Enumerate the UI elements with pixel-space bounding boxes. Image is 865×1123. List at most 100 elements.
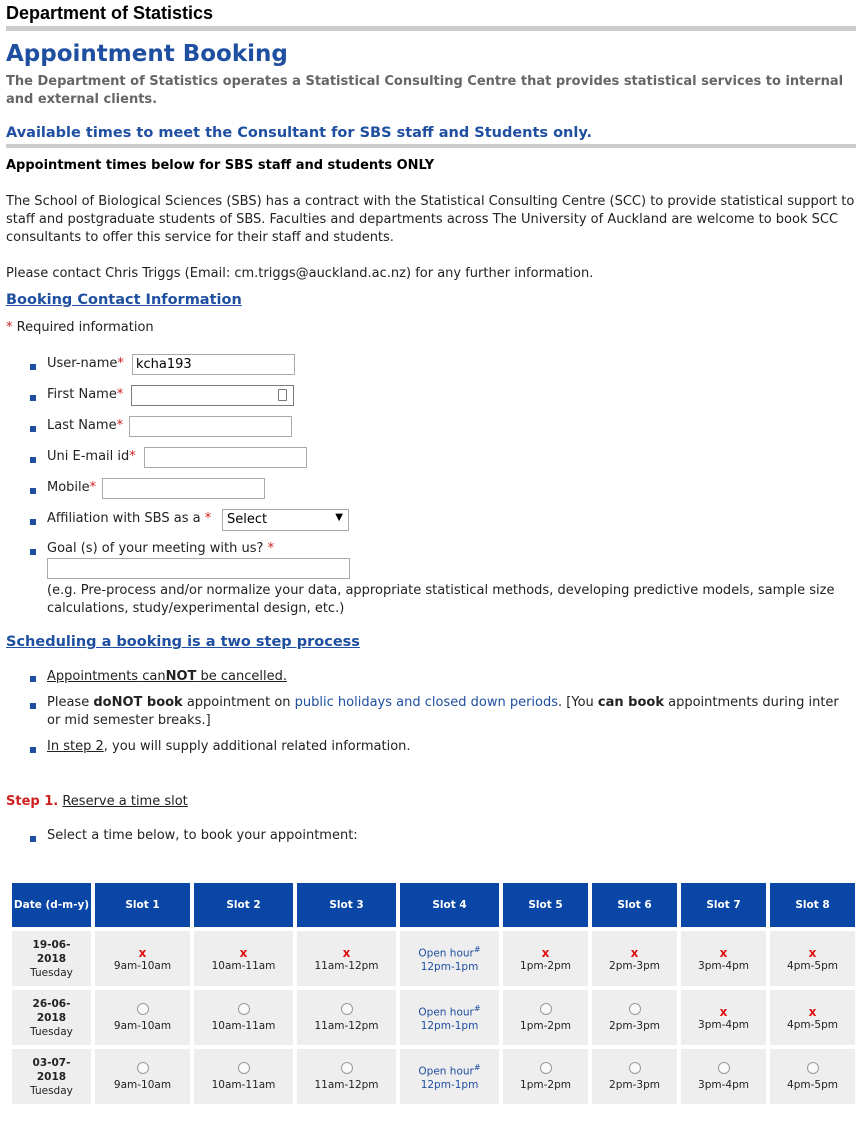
required-asterisk: * <box>6 320 13 335</box>
slot-radio[interactable] <box>340 1062 353 1074</box>
slot-cell[interactable]: 1pm-2pm <box>503 990 588 1045</box>
slot-time: 11am-12pm <box>314 1020 379 1032</box>
slot-cell[interactable]: 9am-10am <box>95 990 190 1045</box>
slot-time: 1pm-2pm <box>520 1020 571 1032</box>
slot-radio[interactable] <box>628 1003 641 1015</box>
bullet-icon <box>30 836 36 842</box>
slot-column-header: Slot 4 <box>400 883 499 927</box>
slot-radio[interactable] <box>237 1003 250 1015</box>
goal-input[interactable] <box>47 558 350 579</box>
table-row: 03-07- 2018 Tuesday 9am-10am 10am-11am 11am-1… <box>12 1049 855 1104</box>
slot-radio[interactable] <box>628 1062 641 1074</box>
page-title: Appointment Booking <box>6 41 288 67</box>
bullet-icon <box>30 364 36 370</box>
slot-column-header: Slot 8 <box>770 883 855 927</box>
step1-heading: Step 1. Reserve a time slot <box>6 794 188 809</box>
booked-x-icon: x <box>719 1004 728 1019</box>
notice-paragraph: The School of Biological Sciences (SBS) … <box>6 194 855 245</box>
firstname-label: First Name* <box>47 387 124 402</box>
slot-cell[interactable]: 1pm-2pm <box>503 1049 588 1104</box>
slot-time: 3pm-4pm <box>698 1079 749 1091</box>
slot-cell: Open hour# 12pm-1pm <box>400 1049 499 1104</box>
slot-cell[interactable]: 11am-12pm <box>297 990 396 1045</box>
slot-time: 2pm-3pm <box>609 959 660 972</box>
affiliation-label: Affiliation with SBS as a * <box>47 511 212 526</box>
slot-time: 1pm-2pm <box>520 959 571 972</box>
date-text: 26-06- 2018 <box>32 997 71 1024</box>
affiliation-select[interactable]: Select ▼ <box>222 509 349 531</box>
mobile-label: Mobile* <box>47 480 97 495</box>
slot-cell[interactable]: 4pm-5pm <box>770 1049 855 1104</box>
bullet-icon <box>30 426 36 432</box>
weekday-text: Tuesday <box>30 1025 73 1038</box>
contact-paragraph: Please contact Chris Triggs (Email: cm.t… <box>6 266 594 281</box>
public-holidays-link[interactable]: public holidays and closed down periods <box>295 695 558 710</box>
date-text: 19-06- 2018 <box>32 938 71 965</box>
slot-cell: x 3pm-4pm <box>681 931 766 986</box>
slot-cell[interactable]: 3pm-4pm <box>681 1049 766 1104</box>
step2-notice: In step 2, you will supply additional re… <box>47 739 411 754</box>
booked-x-icon: x <box>630 945 639 960</box>
date-cell: 19-06- 2018 Tuesday <box>12 931 91 986</box>
goal-hint: (e.g. Pre-process and/or normalize your … <box>47 583 835 616</box>
slot-time: 4pm-5pm <box>787 1079 838 1091</box>
slot-radio[interactable] <box>539 1062 552 1074</box>
slot-cell: x 4pm-5pm <box>770 931 855 986</box>
slot-radio[interactable] <box>136 1062 149 1074</box>
dropdown-arrow-icon: ▼ <box>335 512 343 523</box>
username-input[interactable]: kcha193 <box>132 354 295 375</box>
bullet-icon <box>30 703 36 709</box>
booked-x-icon: x <box>808 945 817 960</box>
lastname-label: Last Name* <box>47 418 124 433</box>
slot-cell[interactable]: 10am-11am <box>194 990 293 1045</box>
affiliation-selected: Select <box>227 512 268 527</box>
slot-radio[interactable] <box>717 1062 730 1074</box>
slot-time: 9am-10am <box>113 1020 172 1032</box>
slot-cell[interactable]: 2pm-3pm <box>592 990 677 1045</box>
section-divider <box>6 144 856 148</box>
bullet-icon <box>30 488 36 494</box>
lastname-input[interactable] <box>129 416 292 437</box>
date-column-header: Date (d-m-y) <box>12 883 91 927</box>
slot-time: 10am-11am <box>211 959 276 972</box>
slot-radio[interactable] <box>806 1062 819 1074</box>
weekday-text: Tuesday <box>30 1084 73 1097</box>
slot-cell[interactable]: 2pm-3pm <box>592 1049 677 1104</box>
slot-radio[interactable] <box>340 1003 353 1015</box>
firstname-input[interactable] <box>131 385 294 406</box>
open-hour-label: Open hour# <box>418 944 481 960</box>
slot-column-header: Slot 7 <box>681 883 766 927</box>
date-text: 03-07- 2018 <box>32 1056 71 1083</box>
slot-cell[interactable]: 10am-11am <box>194 1049 293 1104</box>
mobile-input[interactable] <box>102 478 265 499</box>
slot-cell[interactable]: 9am-10am <box>95 1049 190 1104</box>
slot-time: 12pm-1pm <box>420 1079 479 1092</box>
email-input[interactable] <box>144 447 307 468</box>
slot-cell: x 4pm-5pm <box>770 990 855 1045</box>
slot-column-header: Slot 6 <box>592 883 677 927</box>
scheduling-process-link[interactable]: Scheduling a booking is a two step proce… <box>6 634 360 650</box>
slot-cell: x 3pm-4pm <box>681 990 766 1045</box>
slot-time: 12pm-1pm <box>420 961 479 974</box>
booking-contact-link[interactable]: Booking Contact Information <box>6 292 242 308</box>
slot-time: 9am-10am <box>113 959 172 972</box>
slot-radio[interactable] <box>539 1003 552 1015</box>
slots-table: Date (d-m-y) Slot 1 Slot 2 Slot 3 Slot 4 Slot… <box>8 879 859 1108</box>
open-hour-label: Open hour# <box>418 1062 481 1078</box>
slot-cell[interactable]: 11am-12pm <box>297 1049 396 1104</box>
slot-radio[interactable] <box>136 1003 149 1015</box>
bullet-icon <box>30 676 36 682</box>
slot-column-header: Slot 2 <box>194 883 293 927</box>
reserve-slot-link[interactable]: Reserve a time slot <box>62 794 187 809</box>
slot-time: 3pm-4pm <box>698 959 749 972</box>
cancel-notice: Appointments canNOT be cancelled. <box>47 669 287 684</box>
booked-x-icon: x <box>541 945 550 960</box>
bullet-icon <box>30 395 36 401</box>
slot-cell: x 10am-11am <box>194 931 293 986</box>
step2-link[interactable]: In step 2 <box>47 739 104 754</box>
available-heading: Available times to meet the Consultant f… <box>6 125 592 141</box>
slot-time: 11am-12pm <box>314 959 379 972</box>
slot-column-header: Slot 3 <box>297 883 396 927</box>
booked-x-icon: x <box>239 945 248 960</box>
slot-radio[interactable] <box>237 1062 250 1074</box>
